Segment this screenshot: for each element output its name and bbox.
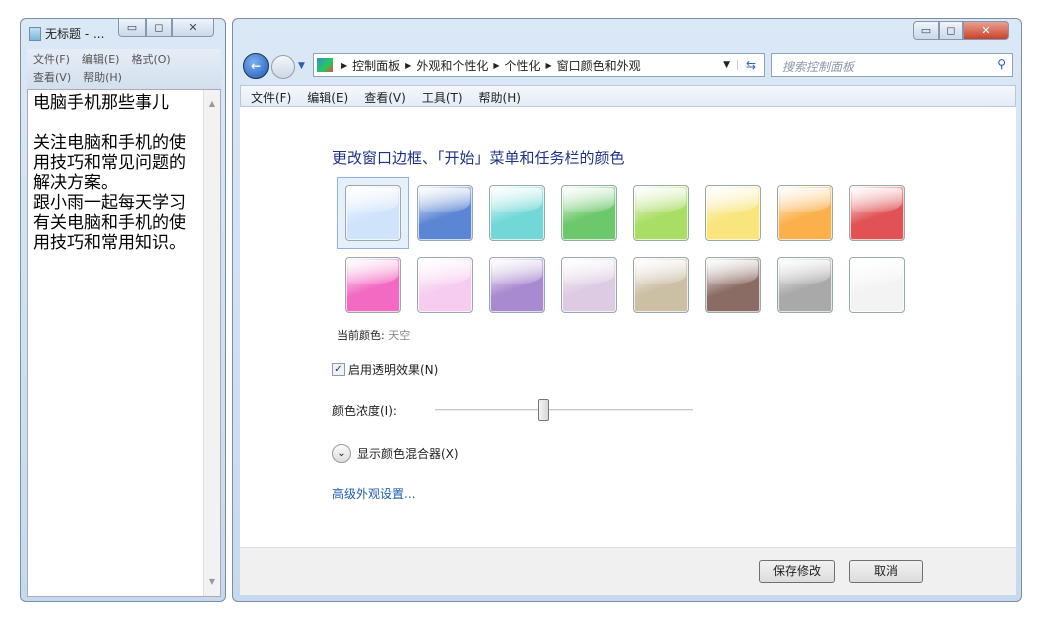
- forward-button[interactable]: [271, 55, 295, 79]
- color-swatch[interactable]: [345, 185, 401, 241]
- menu-edit[interactable]: 编辑(E): [82, 53, 120, 66]
- current-color-label: 当前颜色:: [337, 329, 385, 342]
- menu-view[interactable]: 查看(V): [33, 71, 71, 84]
- menu-help[interactable]: 帮助(H): [83, 71, 122, 84]
- intensity-slider-thumb[interactable]: [538, 399, 549, 421]
- color-swatch[interactable]: [777, 257, 833, 313]
- color-swatch[interactable]: [633, 257, 689, 313]
- maximize-button[interactable]: ◻: [939, 21, 963, 40]
- color-swatch[interactable]: [705, 185, 761, 241]
- menu-file[interactable]: 文件(F): [33, 53, 70, 66]
- expand-chevron-icon[interactable]: ⌄: [332, 444, 351, 463]
- advanced-appearance-link[interactable]: 高级外观设置...: [332, 485, 415, 502]
- search-placeholder: 搜索控制面板: [782, 60, 854, 74]
- back-button[interactable]: ←: [243, 53, 269, 79]
- menu-tools[interactable]: 工具(T): [422, 91, 463, 105]
- breadcrumb-appearance[interactable]: 外观和个性化: [416, 57, 488, 74]
- explorer-menubar: 文件(F) 编辑(E) 查看(V) 工具(T) 帮助(H): [240, 85, 1016, 107]
- notepad-menubar: 文件(F) 编辑(E) 格式(O) 查看(V) 帮助(H): [27, 49, 221, 89]
- breadcrumb-window-color[interactable]: 窗口颜色和外观: [557, 57, 641, 74]
- transparency-label[interactable]: 启用透明效果(N): [348, 361, 438, 378]
- color-swatch[interactable]: [417, 257, 473, 313]
- address-bar[interactable]: ▶控制面板 ▶外观和个性化 ▶个性化 ▶窗口颜色和外观 ▼ ⇆: [313, 53, 765, 77]
- refresh-icon[interactable]: ⇆: [738, 58, 764, 72]
- color-swatch[interactable]: [561, 185, 617, 241]
- show-color-mixer[interactable]: 显示颜色混合器(X): [357, 445, 459, 462]
- search-input[interactable]: 搜索控制面板 ⚲: [771, 53, 1013, 77]
- search-icon[interactable]: ⚲: [997, 57, 1006, 71]
- footer-bar: 保存修改 取消: [240, 547, 1016, 595]
- notepad-window: 无标题 - ... ▭ ◻ ✕ 文件(F) 编辑(E) 格式(O) 查看(V) 帮助(…: [20, 18, 226, 602]
- close-button[interactable]: ✕: [963, 21, 1009, 40]
- notepad-titlebar: 无标题 - ...: [29, 25, 104, 42]
- breadcrumb-control-panel[interactable]: 控制面板: [352, 57, 400, 74]
- color-swatch[interactable]: [633, 185, 689, 241]
- address-dropdown-icon[interactable]: ▼: [716, 60, 738, 70]
- control-panel-window: ▭ ◻ ✕ ← ▼ ▶控制面板 ▶外观和个性化 ▶个性化 ▶窗口颜色和外观 ▼ …: [232, 18, 1022, 602]
- current-color-value: 天空: [388, 329, 410, 342]
- menu-file[interactable]: 文件(F): [251, 91, 291, 105]
- color-swatch[interactable]: [849, 257, 905, 313]
- control-panel-icon: [317, 58, 333, 72]
- save-changes-button[interactable]: 保存修改: [759, 560, 835, 583]
- color-swatch[interactable]: [417, 185, 473, 241]
- color-swatch[interactable]: [345, 257, 401, 313]
- menu-edit[interactable]: 编辑(E): [307, 91, 348, 105]
- color-swatch[interactable]: [777, 185, 833, 241]
- intensity-slider[interactable]: [435, 409, 693, 411]
- close-button[interactable]: ✕: [172, 18, 214, 37]
- recent-pages-dropdown[interactable]: ▼: [298, 61, 305, 71]
- menu-help[interactable]: 帮助(H): [479, 91, 521, 105]
- content-pane: 更改窗口边框、「开始」菜单和任务栏的颜色 当前颜色: 天空 ✓ 启用透明效果(N…: [240, 107, 1016, 547]
- color-swatch[interactable]: [849, 185, 905, 241]
- color-swatch[interactable]: [561, 257, 617, 313]
- notepad-title: 无标题 - ...: [45, 25, 104, 42]
- menu-format[interactable]: 格式(O): [131, 53, 170, 66]
- menu-view[interactable]: 查看(V): [364, 91, 406, 105]
- maximize-button[interactable]: ◻: [146, 18, 172, 37]
- color-swatch[interactable]: [489, 185, 545, 241]
- cancel-button[interactable]: 取消: [849, 560, 923, 583]
- vertical-scrollbar[interactable]: ▲▼: [203, 90, 220, 596]
- color-swatch[interactable]: [489, 257, 545, 313]
- minimize-button[interactable]: ▭: [118, 18, 146, 37]
- page-heading: 更改窗口边框、「开始」菜单和任务栏的颜色: [332, 147, 625, 168]
- breadcrumb-personalization[interactable]: 个性化: [505, 57, 541, 74]
- intensity-label: 颜色浓度(I):: [332, 402, 397, 419]
- color-swatch[interactable]: [705, 257, 761, 313]
- minimize-button[interactable]: ▭: [913, 21, 939, 40]
- notepad-content[interactable]: 电脑手机那些事儿 关注电脑和手机的使用技巧和常见问题的解决方案。 跟小雨一起每天…: [33, 93, 193, 253]
- notepad-text-area[interactable]: 电脑手机那些事儿 关注电脑和手机的使用技巧和常见问题的解决方案。 跟小雨一起每天…: [27, 89, 221, 597]
- notepad-icon: [29, 27, 41, 41]
- transparency-checkbox[interactable]: ✓: [332, 363, 345, 376]
